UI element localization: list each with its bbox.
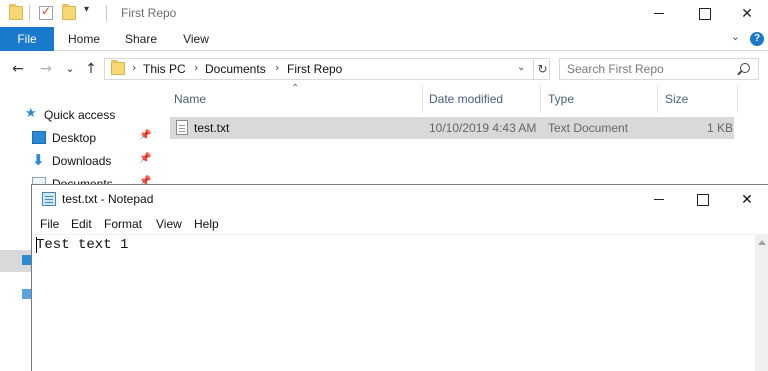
address-bar[interactable]: › This PC › Documents › First Repo ⌄ ↻ xyxy=(104,58,550,80)
notepad-title: test.txt - Notepad xyxy=(62,192,154,206)
tab-view[interactable]: View xyxy=(176,27,216,51)
search-box[interactable] xyxy=(559,58,759,80)
pin-icon[interactable]: 📌 xyxy=(139,153,151,164)
notepad-icon[interactable] xyxy=(42,192,56,206)
file-list: ⌃ Name Date modified Type Size test.txt … xyxy=(160,83,768,185)
table-row[interactable]: test.txt 10/10/2019 4:43 AM Text Documen… xyxy=(170,117,734,139)
tab-file[interactable]: File xyxy=(0,27,54,51)
maximize-button[interactable] xyxy=(680,186,726,213)
breadcrumb-first-repo[interactable]: First Repo xyxy=(287,62,342,76)
column-divider[interactable] xyxy=(422,85,423,113)
explorer-title-bar[interactable]: ▾ First Repo ✕ xyxy=(0,0,768,27)
close-button[interactable]: ✕ xyxy=(724,186,768,213)
notepad-title-bar[interactable]: test.txt - Notepad ✕ xyxy=(32,185,768,214)
column-divider[interactable] xyxy=(657,85,658,113)
help-icon[interactable]: ? xyxy=(750,32,764,46)
desktop-icon xyxy=(32,131,46,144)
text-editor-area[interactable]: Test text 1 xyxy=(32,234,755,371)
address-dropdown-icon[interactable]: ⌄ xyxy=(517,62,525,73)
sidebar-item-label: Quick access xyxy=(44,108,116,122)
menu-help[interactable]: Help xyxy=(194,217,219,231)
recent-locations-chevron-icon[interactable]: ⌄ xyxy=(61,59,79,79)
menu-format[interactable]: Format xyxy=(104,217,142,231)
title-divider xyxy=(106,5,107,21)
sidebar-item-downloads[interactable]: ⬇ Downloads 📌 xyxy=(0,151,160,171)
menu-edit[interactable]: Edit xyxy=(71,217,92,231)
quick-access-toolbar-dropdown-icon[interactable]: ▾ xyxy=(84,4,89,15)
breadcrumb-separator: › xyxy=(194,61,199,74)
folder-icon[interactable] xyxy=(9,4,23,20)
column-header-name[interactable]: Name xyxy=(174,85,206,113)
pin-icon[interactable]: 📌 xyxy=(139,130,151,141)
file-size: 1 KB xyxy=(707,121,734,135)
search-input[interactable] xyxy=(567,62,727,76)
breadcrumb-separator: › xyxy=(132,61,137,74)
document-text: Test text 1 xyxy=(36,237,129,253)
search-icon[interactable] xyxy=(740,63,750,73)
sidebar-item-label: Desktop xyxy=(52,131,97,145)
star-icon: ★ xyxy=(25,106,37,121)
new-folder-icon[interactable] xyxy=(62,4,76,20)
tab-home[interactable]: Home xyxy=(62,27,106,51)
menu-file[interactable]: File xyxy=(40,217,59,231)
close-button[interactable]: ✕ xyxy=(724,0,768,27)
minimize-button[interactable] xyxy=(636,186,682,213)
file-name: test.txt xyxy=(194,121,230,135)
sidebar-item-desktop[interactable]: Desktop 📌 xyxy=(0,128,160,148)
column-divider[interactable] xyxy=(737,85,738,113)
menu-view[interactable]: View xyxy=(156,217,182,231)
folder-icon xyxy=(111,60,125,75)
sort-ascending-icon: ⌃ xyxy=(291,83,300,94)
navigation-bar: ← → ⌄ ↑ › This PC › Documents › First Re… xyxy=(0,55,768,83)
breadcrumb-documents[interactable]: Documents xyxy=(205,62,266,76)
notepad-window: test.txt - Notepad ✕ File Edit Format Vi… xyxy=(31,184,768,371)
window-title: First Repo xyxy=(121,6,177,20)
ribbon-tab-bar: File Home Share View ⌄ ? xyxy=(0,27,768,51)
maximize-button[interactable] xyxy=(682,0,728,27)
breadcrumb-this-pc[interactable]: This PC xyxy=(143,62,186,76)
tab-share[interactable]: Share xyxy=(120,27,162,51)
vertical-scrollbar[interactable] xyxy=(755,234,768,371)
column-header-date-modified[interactable]: Date modified xyxy=(429,85,503,113)
properties-icon[interactable] xyxy=(39,4,53,20)
column-header-size[interactable]: Size xyxy=(665,85,688,113)
minimize-button[interactable] xyxy=(636,0,682,27)
download-icon: ⬇ xyxy=(32,151,45,169)
sidebar-item-quick-access[interactable]: ★ Quick access xyxy=(0,105,160,125)
expand-ribbon-icon[interactable]: ⌄ xyxy=(731,30,740,43)
up-arrow-icon[interactable]: ↑ xyxy=(82,59,100,79)
column-divider[interactable] xyxy=(540,85,541,113)
toolbar-divider xyxy=(29,5,30,21)
column-header-type[interactable]: Type xyxy=(548,85,574,113)
breadcrumb-separator: › xyxy=(275,61,280,74)
file-type: Text Document xyxy=(548,121,629,135)
text-file-icon xyxy=(176,120,188,135)
forward-arrow-icon[interactable]: → xyxy=(37,59,55,79)
refresh-icon[interactable]: ↻ xyxy=(533,59,551,79)
sidebar-item-label: Downloads xyxy=(52,154,112,168)
menu-bar: File Edit Format View Help xyxy=(32,214,768,234)
back-arrow-icon[interactable]: ← xyxy=(9,59,27,79)
file-date-modified: 10/10/2019 4:43 AM xyxy=(429,121,537,135)
